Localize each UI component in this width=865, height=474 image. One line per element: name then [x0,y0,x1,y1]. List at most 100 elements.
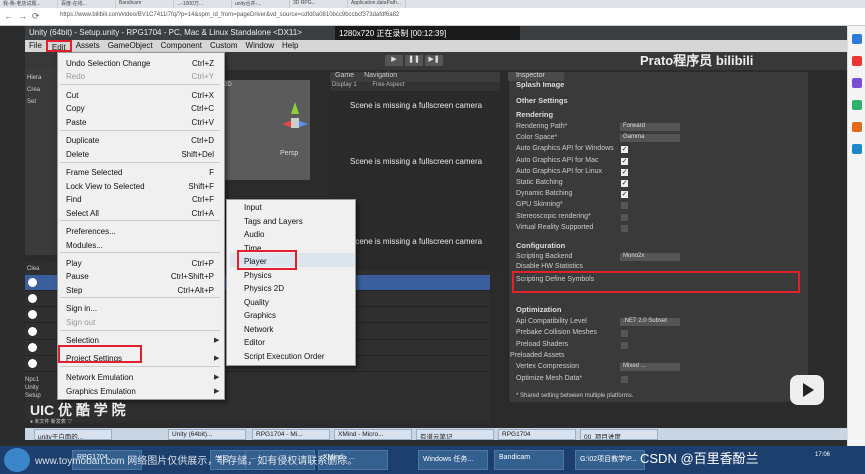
forward-icon[interactable]: → [18,11,27,21]
checkbox[interactable]: ✓ [621,168,628,176]
highlight-scripting-define[interactable] [512,271,800,293]
menu-item-graphics-emulation[interactable]: Graphics Emulation [66,387,136,396]
menu-item-paste[interactable]: Paste [66,118,86,127]
menu-edit[interactable]: Edit [45,40,72,52]
submenu-item-script-execution-order[interactable]: Script Execution Order [244,352,324,361]
extension-icon[interactable] [852,56,862,66]
browser-tab[interactable]: 我-我-老店试题... [0,0,58,8]
2d-toggle[interactable]: 2D [224,82,232,88]
menu-item-find[interactable]: Find [66,195,82,204]
submenu-item-physics[interactable]: Physics [244,271,272,280]
submenu-item-network[interactable]: Network [244,325,273,334]
checkbox[interactable]: ✓ [621,157,628,165]
menu-component[interactable]: Component [157,40,206,52]
scene-gizmo-icon[interactable] [280,100,310,140]
step-icon[interactable]: ▶❚ [425,55,443,66]
inspector-select[interactable]: Gamma [620,134,680,143]
inner-taskbar-item[interactable]: Unity (64bit)... [168,429,246,440]
menu-window[interactable]: Window [242,40,278,52]
create-button[interactable]: Crea [27,84,58,96]
browser-tab[interactable]: Bandicam [116,0,174,8]
checkbox[interactable] [621,341,628,349]
browser-tab[interactable]: Application.dataPath... [348,0,406,8]
checkbox[interactable]: ✓ [621,180,628,187]
checkbox[interactable] [621,213,628,221]
inner-taskbar-item[interactable]: RPG1704 - Mi... [252,429,330,440]
menu-custom[interactable]: Custom [206,40,242,52]
inspector-select[interactable]: .NET 2.0 Subset [620,318,680,326]
menu-help[interactable]: Help [278,40,302,52]
inner-taskbar-item[interactable]: 有道云笔记 [416,429,494,440]
video-play-icon[interactable] [790,375,824,405]
menu-item-pause[interactable]: Pause [66,272,89,281]
shortcut-label: Ctrl+P [191,259,214,268]
menu-item-preferences[interactable]: Preferences... [66,227,116,236]
inspector-select[interactable]: Mixed ... [620,363,680,372]
submenu-item-quality[interactable]: Quality [244,298,269,307]
search-icon[interactable] [852,34,862,44]
menu-item-network-emulation[interactable]: Network Emulation [66,373,133,382]
extension-icon[interactable] [852,100,862,110]
url-field[interactable]: https://www.bilibili.com/video/BV1C7411i… [60,12,399,18]
checkbox[interactable]: ✓ [621,146,628,154]
browser-tab[interactable]: ...-1000万... [174,0,232,8]
menu-gameobject[interactable]: GameObject [104,40,157,52]
browser-tab[interactable]: 3D RPG... [290,0,348,8]
menu-file[interactable]: File [25,40,46,52]
browser-tab[interactable]: 百度-在线... [58,0,116,8]
checkbox[interactable] [621,224,628,232]
splash-image-header[interactable]: Splash Image [516,80,564,89]
perspective-label[interactable]: Persp [280,150,298,157]
menu-item-undo-selection-change[interactable]: Undo Selection Change [66,59,151,68]
submenu-item-graphics[interactable]: Graphics [244,311,276,320]
inner-taskbar-item[interactable]: unity于白雨的... [34,429,112,440]
menu-item-cut[interactable]: Cut [66,91,78,100]
browser-tab[interactable]: unity合并-... [232,0,290,8]
hierarchy-tab[interactable]: Hiera [27,72,58,84]
menu-item-step[interactable]: Step [66,286,82,295]
menu-item-frame-selected[interactable]: Frame Selected [66,168,122,177]
menu-item-delete[interactable]: Delete [66,150,89,159]
taskbar-item[interactable]: Windows 任务... [418,450,488,470]
inner-taskbar-item[interactable]: RPG1704 [498,429,576,440]
submenu-item-input[interactable]: Input [244,203,262,212]
menu-item-modules[interactable]: Modules... [66,241,103,250]
scene-item[interactable]: Set [27,96,58,108]
scripting-backend-select[interactable]: Mono2x [620,253,680,261]
reload-icon[interactable]: ⟳ [32,11,40,22]
pause-icon[interactable]: ❚❚ [405,55,423,66]
menu-assets[interactable]: Assets [72,40,104,52]
checkbox[interactable] [621,330,628,338]
tab-game[interactable]: Game [330,72,359,82]
aspect-select[interactable]: Free Aspect [372,82,404,88]
start-button[interactable] [4,448,30,472]
inner-taskbar-item[interactable]: 00_项目进度 [580,429,658,440]
play-icon[interactable]: ▶ [385,55,403,66]
menu-item-selection[interactable]: Selection [66,336,99,345]
checkbox[interactable] [621,202,628,210]
display-select[interactable]: Display 1 [332,82,357,88]
submenu-item-tags-and-layers[interactable]: Tags and Layers [244,217,303,226]
submenu-item-audio[interactable]: Audio [244,230,264,239]
menu-item-lock-view-to-selected[interactable]: Lock View to Selected [66,182,145,191]
submenu-item-editor[interactable]: Editor [244,338,265,347]
menu-item-copy[interactable]: Copy [66,104,85,113]
tab-navigation[interactable]: Navigation [359,72,402,82]
clear-button[interactable]: Clea [27,266,39,272]
back-icon[interactable]: ← [4,11,13,21]
taskbar-item[interactable]: Bandicam [494,450,564,470]
inner-taskbar-item[interactable]: XMind - Micro... [334,429,412,440]
inspector-select[interactable]: Forward [620,123,680,131]
menu-item-select-all[interactable]: Select All [66,209,99,218]
extension-icon[interactable] [852,78,862,88]
other-settings-header[interactable]: Other Settings [516,96,568,105]
menu-item-play[interactable]: Play [66,259,82,268]
menu-item-duplicate[interactable]: Duplicate [66,136,99,145]
taskbar-item[interactable]: G:\02项目教学\P... [575,450,645,470]
submenu-item-physics-2d[interactable]: Physics 2D [244,284,284,293]
menu-item-sign-in[interactable]: Sign in... [66,304,97,313]
checkbox[interactable] [621,375,628,383]
extension-icon[interactable] [852,122,862,132]
extension-icon[interactable] [852,144,862,154]
checkbox[interactable]: ✓ [621,191,628,199]
